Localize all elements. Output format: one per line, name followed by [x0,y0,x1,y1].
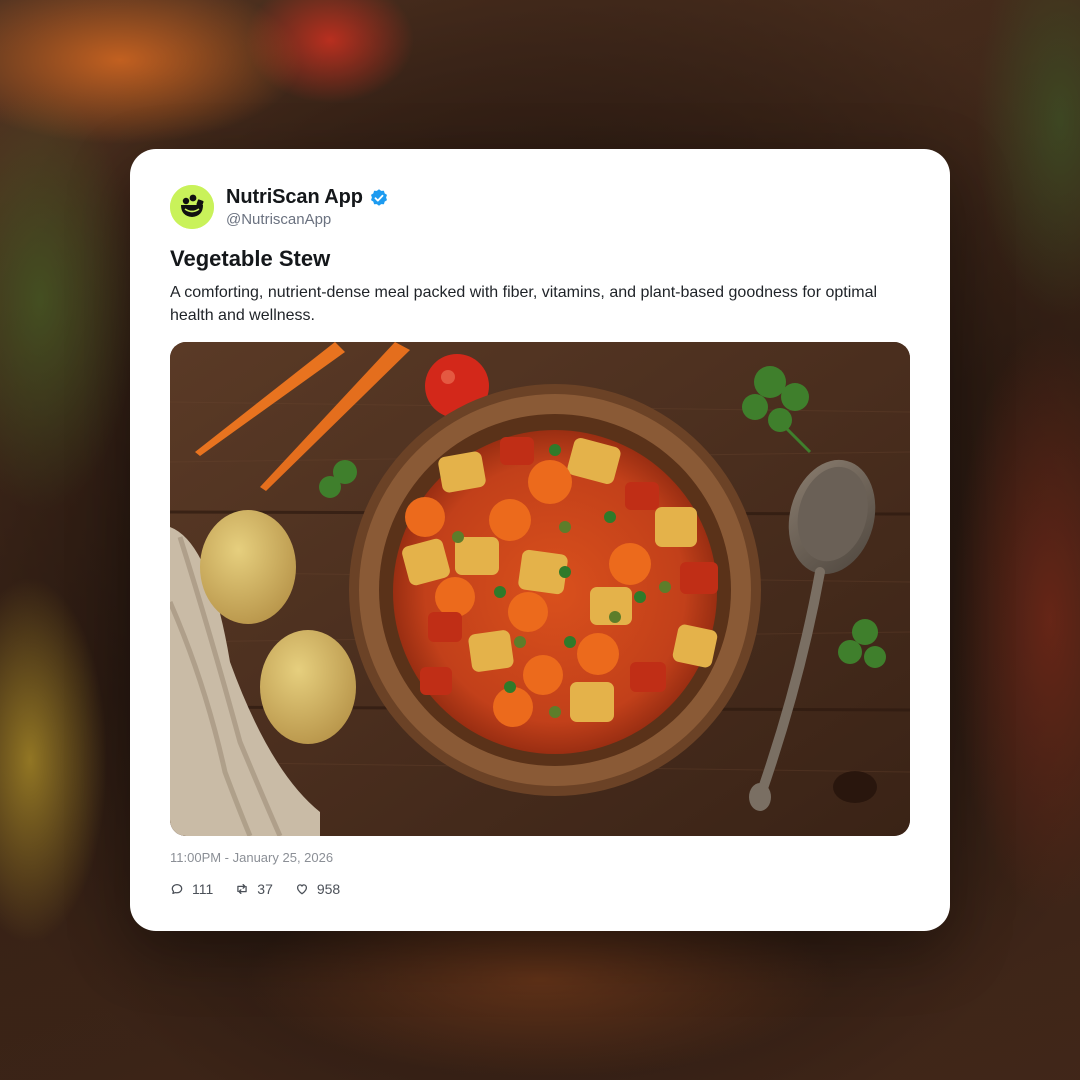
post-card: NutriScan App @NutriscanApp Vegetable St… [130,149,950,931]
repost-button[interactable]: 37 [235,881,273,897]
like-button[interactable]: 958 [295,881,340,897]
stew-illustration [170,342,910,836]
author-name-row: NutriScan App [226,186,389,209]
avatar[interactable] [170,185,214,229]
post-title: Vegetable Stew [170,246,331,271]
vegetable-stew-photo[interactable] [170,342,910,836]
like-count: 958 [316,881,341,897]
nutriscan-logo-icon [170,185,214,229]
display-name[interactable]: NutriScan App [226,186,363,209]
reply-count: 111 [192,881,214,897]
comment-icon [171,883,183,895]
post-actions: 111 37 958 [170,881,340,897]
reply-button[interactable]: 111 [170,881,213,897]
repost-icon [237,883,248,895]
heart-icon [296,884,307,895]
post-timestamp: 11:00PM - January 25, 2026 [170,850,334,865]
post-description: A comforting, nutrient-dense meal packed… [170,284,878,324]
repost-count: 37 [257,881,273,897]
verified-badge-icon [370,188,387,206]
author-handle[interactable]: @NutriscanApp [226,211,331,228]
